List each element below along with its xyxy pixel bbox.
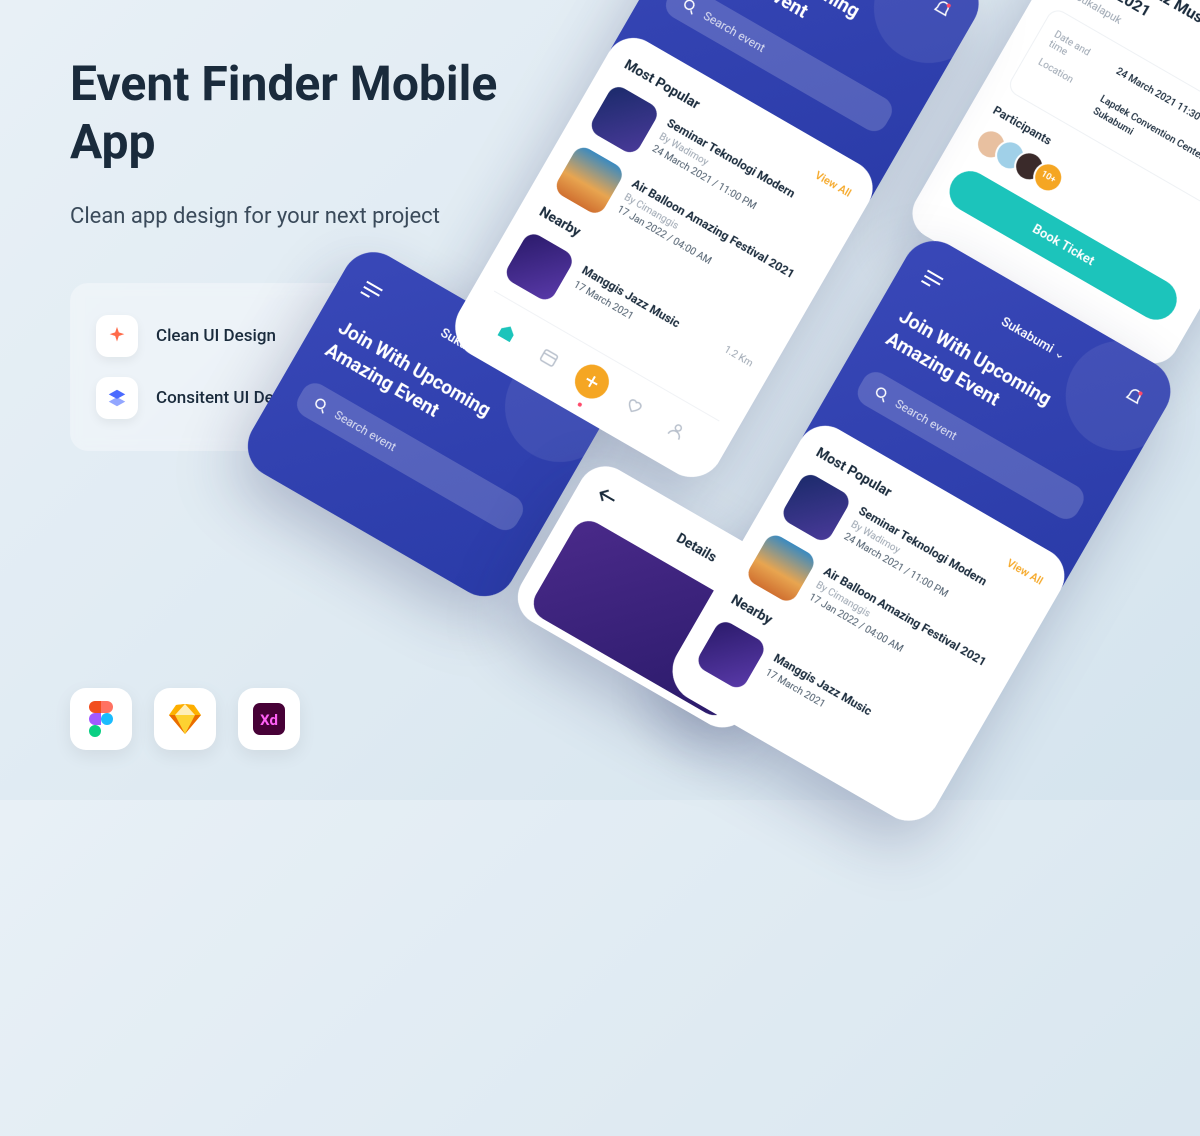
search-icon [680,0,699,16]
city-selector[interactable]: Sukabumi ⌄ [999,314,1069,363]
event-thumb [552,144,626,218]
nav-profile-icon[interactable] [653,407,699,453]
search-icon [311,396,330,415]
view-all-link[interactable]: View All [813,169,854,200]
search-icon [872,385,891,404]
nav-home-icon[interactable] [484,310,530,356]
sparkle-icon [96,315,138,357]
bell-icon[interactable] [930,0,955,21]
menu-icon[interactable] [359,279,384,303]
section-title-nearby: Nearby [728,592,775,628]
event-date: 17 March 2021 [763,667,937,774]
layers-icon [96,377,138,419]
event-thumb [779,471,853,545]
nav-favorites-icon[interactable] [611,383,657,429]
view-all-link[interactable]: View All [1005,556,1046,587]
hero-title: Event Finder Mobile App [70,55,510,170]
figma-icon [70,688,132,750]
event-thumb [744,531,818,605]
event-thumb [587,83,661,157]
feature-label: Clean UI Design [156,326,276,346]
bell-icon[interactable] [1122,384,1147,409]
section-title-nearby: Nearby [536,204,583,240]
menu-icon[interactable] [920,268,945,292]
chevron-down-icon: ⌄ [1052,345,1069,363]
event-thumb [694,618,768,692]
event-thumb [502,230,576,304]
screen-title: Details [674,530,720,566]
nav-calendar-icon[interactable] [526,334,572,380]
back-arrow-icon[interactable] [596,486,619,507]
